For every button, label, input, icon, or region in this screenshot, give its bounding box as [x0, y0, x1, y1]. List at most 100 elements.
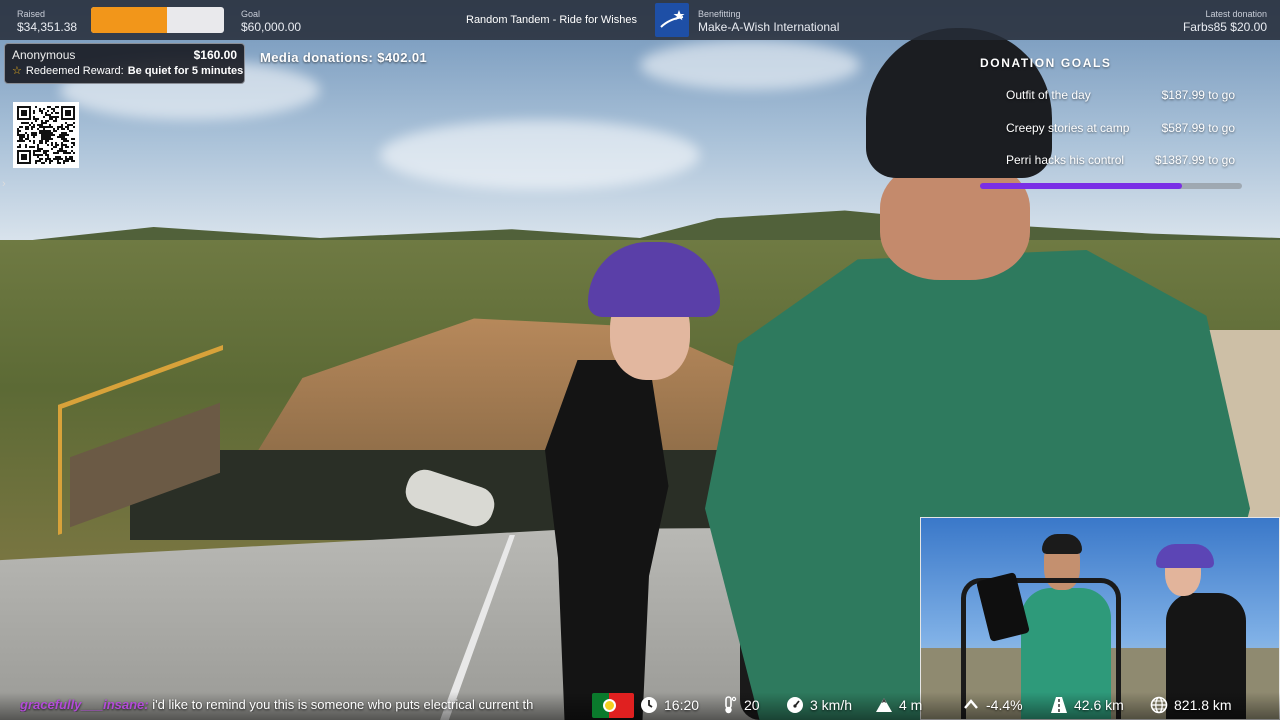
- qr-module: [37, 124, 39, 126]
- goal-name: Creepy stories at camp: [1006, 121, 1130, 135]
- qr-module: [61, 128, 63, 130]
- chat-username: gracefully___insane: [20, 697, 145, 712]
- man-head: [880, 160, 1030, 280]
- qr-module: [37, 146, 39, 148]
- qr-module: [35, 160, 37, 162]
- qr-module: [31, 122, 33, 124]
- qr-module: [67, 124, 69, 126]
- qr-module: [37, 150, 39, 152]
- qr-module: [55, 144, 57, 146]
- qr-module: [49, 118, 51, 120]
- fundraiser-progress-fill: [91, 7, 168, 33]
- stat-total-distance-value: 821.8 km: [1174, 697, 1232, 713]
- stat-time-value: 16:20: [664, 697, 700, 713]
- goal-block: Goal $60,000.00: [241, 8, 301, 34]
- stat-temperature-value: 20: [744, 697, 760, 713]
- qr-module: [31, 128, 33, 130]
- qr-module: [19, 126, 21, 128]
- stat-total-distance: 821.8 km: [1150, 696, 1232, 714]
- qr-module: [39, 108, 41, 110]
- qr-module: [51, 148, 53, 150]
- qr-module: [33, 118, 35, 120]
- qr-module: [57, 126, 59, 128]
- stat-temperature: 20: [720, 696, 760, 714]
- qr-module: [49, 158, 51, 160]
- qr-module: [33, 142, 35, 144]
- qr-module: [67, 160, 69, 162]
- stream-title: Random Tandem - Ride for Wishes: [466, 14, 637, 26]
- qr-code[interactable]: [13, 102, 79, 168]
- clock-icon: [641, 697, 657, 713]
- donation-goals-panel: DONATION GOALS Outfit of the day $187.99…: [980, 56, 1245, 189]
- qr-module: [41, 140, 43, 142]
- qr-module: [47, 150, 49, 152]
- qr-module: [61, 126, 63, 128]
- qr-module: [63, 144, 65, 146]
- qr-module: [63, 150, 65, 152]
- qr-module: [55, 146, 57, 148]
- qr-module: [53, 158, 55, 160]
- qr-module: [39, 132, 41, 134]
- qr-module: [51, 132, 53, 134]
- qr-module: [47, 114, 49, 116]
- qr-module: [41, 122, 43, 124]
- qr-module: [53, 120, 55, 122]
- stat-distance-value: 42.6 km: [1074, 697, 1124, 713]
- qr-module: [45, 120, 47, 122]
- qr-module: [39, 158, 41, 160]
- qr-module: [71, 160, 73, 162]
- stat-speed-value: 3 km/h: [810, 697, 853, 713]
- qr-module: [61, 142, 63, 144]
- qr-module: [27, 128, 29, 130]
- qr-module: [73, 152, 75, 154]
- qr-module: [21, 126, 23, 128]
- qr-module: [61, 146, 63, 148]
- qr-module: [49, 124, 51, 126]
- chevron-up-icon: [964, 699, 978, 709]
- raised-block: Raised $34,351.38: [17, 8, 77, 34]
- qr-module: [55, 116, 57, 118]
- stat-elevation-value: 4 m: [899, 697, 923, 713]
- qr-module: [25, 122, 27, 124]
- qr-module: [57, 136, 59, 138]
- qr-module: [57, 156, 59, 158]
- qr-module: [35, 154, 37, 156]
- qr-module: [43, 150, 45, 152]
- qr-module: [33, 124, 35, 126]
- qr-module: [37, 144, 39, 146]
- qr-module: [31, 146, 33, 148]
- qr-module: [39, 126, 41, 128]
- qr-module: [21, 122, 23, 124]
- qr-module: [73, 126, 75, 128]
- donation-goal-item: Perri hacks his control $1387.99 to go: [1006, 153, 1235, 167]
- qr-module: [45, 126, 47, 128]
- qr-module: [67, 126, 69, 128]
- qr-module: [55, 112, 57, 114]
- qr-module: [45, 160, 47, 162]
- qr-module: [45, 152, 47, 154]
- qr-module: [37, 128, 39, 130]
- portugal-flag-icon: [592, 693, 634, 718]
- qr-module: [61, 124, 63, 126]
- qr-module: [67, 152, 69, 154]
- qr-module: [31, 132, 33, 134]
- qr-module: [43, 122, 45, 124]
- stat-speed: 3 km/h: [786, 696, 852, 714]
- qr-module: [55, 158, 57, 160]
- qr-module: [73, 160, 75, 162]
- qr-module: [63, 138, 65, 140]
- qr-module: [69, 124, 71, 126]
- qr-module: [33, 154, 35, 156]
- qr-module: [17, 140, 19, 142]
- qr-module: [49, 106, 51, 108]
- qr-finder: [21, 110, 27, 116]
- qr-module: [23, 136, 25, 138]
- qr-module: [63, 134, 65, 136]
- qr-module: [47, 110, 49, 112]
- qr-module: [59, 136, 61, 138]
- qr-module: [49, 126, 51, 128]
- qr-finder: [21, 154, 27, 160]
- qr-module: [41, 110, 43, 112]
- media-donations-total: Media donations: $402.01: [260, 50, 428, 65]
- qr-module: [63, 160, 65, 162]
